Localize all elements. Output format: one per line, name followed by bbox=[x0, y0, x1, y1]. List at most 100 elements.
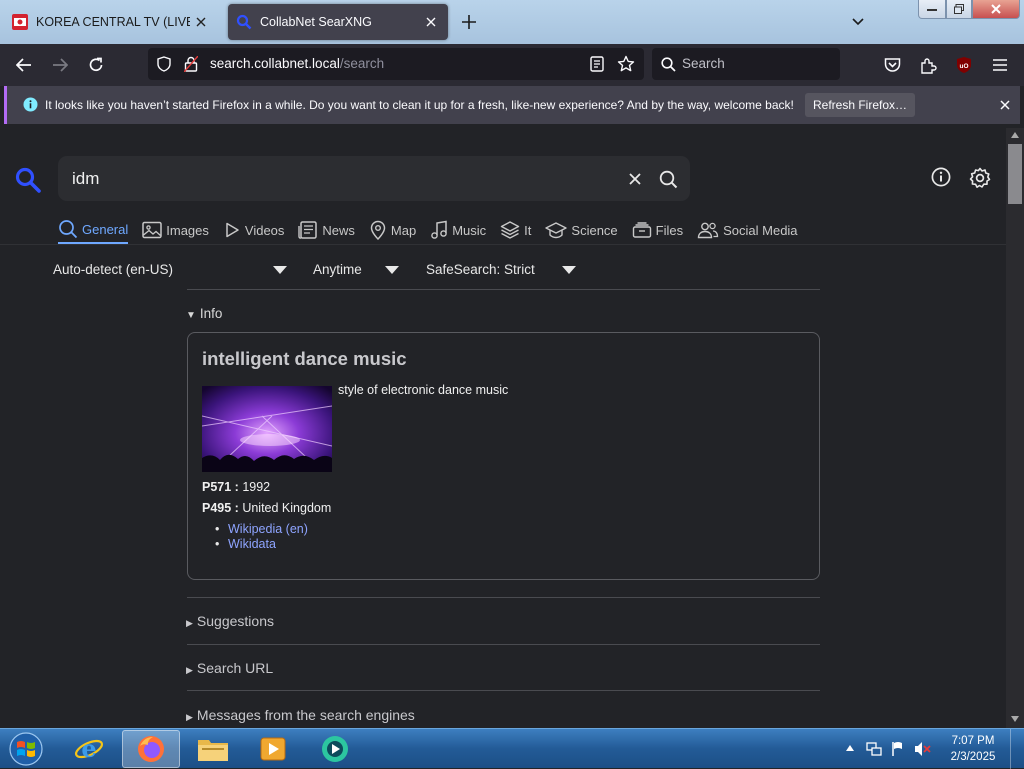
section-divider bbox=[187, 644, 820, 645]
search-submit-button[interactable] bbox=[656, 167, 680, 191]
ublock-origin-icon[interactable]: uO bbox=[951, 53, 977, 77]
reload-button[interactable] bbox=[83, 53, 109, 77]
media-player-taskbar-button[interactable] bbox=[244, 730, 302, 768]
section-label: Messages from the search engines bbox=[196, 707, 415, 723]
preferences-gear-icon[interactable] bbox=[968, 166, 992, 190]
tab-general[interactable]: General bbox=[58, 216, 129, 244]
search-input[interactable]: idm bbox=[72, 169, 99, 189]
section-label: Suggestions bbox=[196, 613, 274, 629]
file-explorer-taskbar-button[interactable] bbox=[184, 730, 242, 768]
tab-images[interactable]: Images bbox=[142, 216, 209, 244]
searxng-logo-icon[interactable] bbox=[14, 166, 42, 194]
minimize-button[interactable] bbox=[918, 0, 946, 19]
bookmark-star-icon[interactable] bbox=[617, 55, 635, 73]
app-menu-button[interactable] bbox=[987, 53, 1013, 77]
refresh-firefox-button[interactable]: Refresh Firefox… bbox=[805, 93, 915, 117]
tab-videos[interactable]: Videos bbox=[223, 216, 285, 244]
address-bar[interactable]: search.collabnet.local/search bbox=[148, 48, 644, 80]
wikipedia-link[interactable]: Wikipedia (en) bbox=[215, 522, 308, 536]
kctv-favicon-icon bbox=[12, 14, 28, 30]
tab-news[interactable]: News bbox=[298, 216, 355, 244]
tab-label: Music bbox=[452, 222, 487, 238]
search-url-toggle[interactable]: ▶ Search URL bbox=[186, 660, 273, 676]
show-desktop-button[interactable] bbox=[1010, 729, 1024, 769]
music-note-icon bbox=[431, 220, 448, 239]
chevron-down-icon[interactable] bbox=[562, 266, 576, 274]
extensions-button[interactable] bbox=[915, 53, 941, 77]
chevron-down-icon[interactable] bbox=[273, 266, 287, 274]
filters-divider bbox=[187, 289, 820, 290]
shield-icon[interactable] bbox=[156, 56, 172, 72]
windows-taskbar: e 7:07 PM 2/3/2025 bbox=[0, 728, 1024, 769]
close-window-button[interactable] bbox=[972, 0, 1020, 19]
svg-text:e: e bbox=[81, 734, 96, 763]
lock-icon[interactable] bbox=[184, 56, 198, 72]
close-notification-button[interactable] bbox=[995, 95, 1015, 115]
network-icon[interactable] bbox=[866, 741, 882, 757]
scroll-up-arrow-icon[interactable] bbox=[1011, 132, 1019, 138]
infobox-image[interactable] bbox=[202, 386, 332, 472]
firefox-taskbar-button[interactable] bbox=[122, 730, 180, 768]
info-toggle-label: Info bbox=[199, 306, 223, 321]
chevron-down-icon[interactable] bbox=[385, 266, 399, 274]
tab-label: Images bbox=[166, 222, 209, 238]
tab-files[interactable]: Files bbox=[632, 216, 683, 244]
volume-muted-icon[interactable] bbox=[914, 741, 932, 757]
app-taskbar-button[interactable] bbox=[306, 730, 364, 768]
action-center-flag-icon[interactable] bbox=[890, 741, 906, 757]
reader-view-icon[interactable] bbox=[590, 56, 604, 72]
web-search-box[interactable]: Search bbox=[652, 48, 840, 80]
scroll-down-arrow-icon[interactable] bbox=[1011, 716, 1019, 722]
clear-search-button[interactable] bbox=[624, 168, 646, 190]
infobox-description: style of electronic dance music bbox=[338, 383, 509, 397]
wikidata-link[interactable]: Wikidata bbox=[215, 537, 276, 551]
language-select[interactable]: Auto-detect (en-US) bbox=[53, 262, 173, 277]
section-label: Search URL bbox=[196, 660, 274, 676]
url-host: search.collabnet.local bbox=[210, 56, 340, 71]
tab-science[interactable]: Science bbox=[545, 216, 618, 244]
suggestions-toggle[interactable]: ▶ Suggestions bbox=[186, 613, 274, 629]
tab-title: KOREA CENTRAL TV (LIVESTRE bbox=[36, 15, 190, 29]
time-range-select[interactable]: Anytime bbox=[313, 262, 362, 277]
show-hidden-icons-icon[interactable] bbox=[846, 745, 854, 751]
safesearch-select[interactable]: SafeSearch: Strict bbox=[426, 262, 535, 277]
tab-strip: KOREA CENTRAL TV (LIVESTRE CollabNet Sea… bbox=[0, 0, 1024, 44]
window-controls bbox=[918, 0, 1020, 20]
tab-it[interactable]: It bbox=[500, 216, 531, 244]
tab-label: Videos bbox=[244, 222, 285, 238]
school-icon bbox=[545, 222, 568, 239]
refresh-firefox-notification: It looks like you haven’t started Firefo… bbox=[4, 86, 1020, 124]
list-all-tabs-button[interactable] bbox=[846, 11, 870, 33]
engine-messages-toggle[interactable]: ▶ Messages from the search engines bbox=[186, 707, 415, 723]
pocket-button[interactable] bbox=[879, 53, 905, 77]
forward-button[interactable] bbox=[47, 53, 73, 77]
taskbar-clock[interactable]: 7:07 PM 2/3/2025 bbox=[946, 733, 1000, 765]
close-tab-icon[interactable] bbox=[190, 11, 212, 33]
tab-social-media[interactable]: Social Media bbox=[697, 216, 798, 244]
internet-explorer-taskbar-button[interactable]: e bbox=[60, 730, 118, 768]
url-text: search.collabnet.local/search bbox=[210, 56, 384, 71]
tab-label: Files bbox=[655, 222, 684, 238]
start-button[interactable] bbox=[4, 730, 48, 768]
restore-button[interactable] bbox=[946, 0, 972, 19]
new-tab-button[interactable] bbox=[458, 11, 480, 33]
close-tab-icon[interactable] bbox=[420, 11, 442, 33]
web-search-placeholder: Search bbox=[682, 56, 725, 71]
newspaper-icon bbox=[298, 221, 318, 239]
info-icon bbox=[23, 97, 38, 112]
tab-label: News bbox=[322, 222, 355, 238]
tab-collabnet-searxng[interactable]: CollabNet SearXNG bbox=[228, 4, 448, 40]
scrollbar-thumb[interactable] bbox=[1008, 144, 1022, 204]
info-toggle[interactable]: ▼ Info bbox=[186, 306, 222, 321]
play-icon bbox=[226, 222, 239, 238]
about-info-icon[interactable] bbox=[930, 166, 952, 188]
language-value: Auto-detect (en-US) bbox=[53, 262, 174, 277]
tab-korea-central-tv[interactable]: KOREA CENTRAL TV (LIVESTRE bbox=[4, 4, 218, 40]
attribute-key: P495 : bbox=[202, 501, 239, 515]
back-button[interactable] bbox=[11, 53, 37, 77]
tab-music[interactable]: Music bbox=[430, 216, 486, 244]
page-scrollbar[interactable] bbox=[1006, 128, 1024, 728]
attribute-value: United Kingdom bbox=[238, 501, 332, 515]
time-range-value: Anytime bbox=[313, 262, 362, 277]
tab-map[interactable]: Map bbox=[369, 216, 416, 244]
